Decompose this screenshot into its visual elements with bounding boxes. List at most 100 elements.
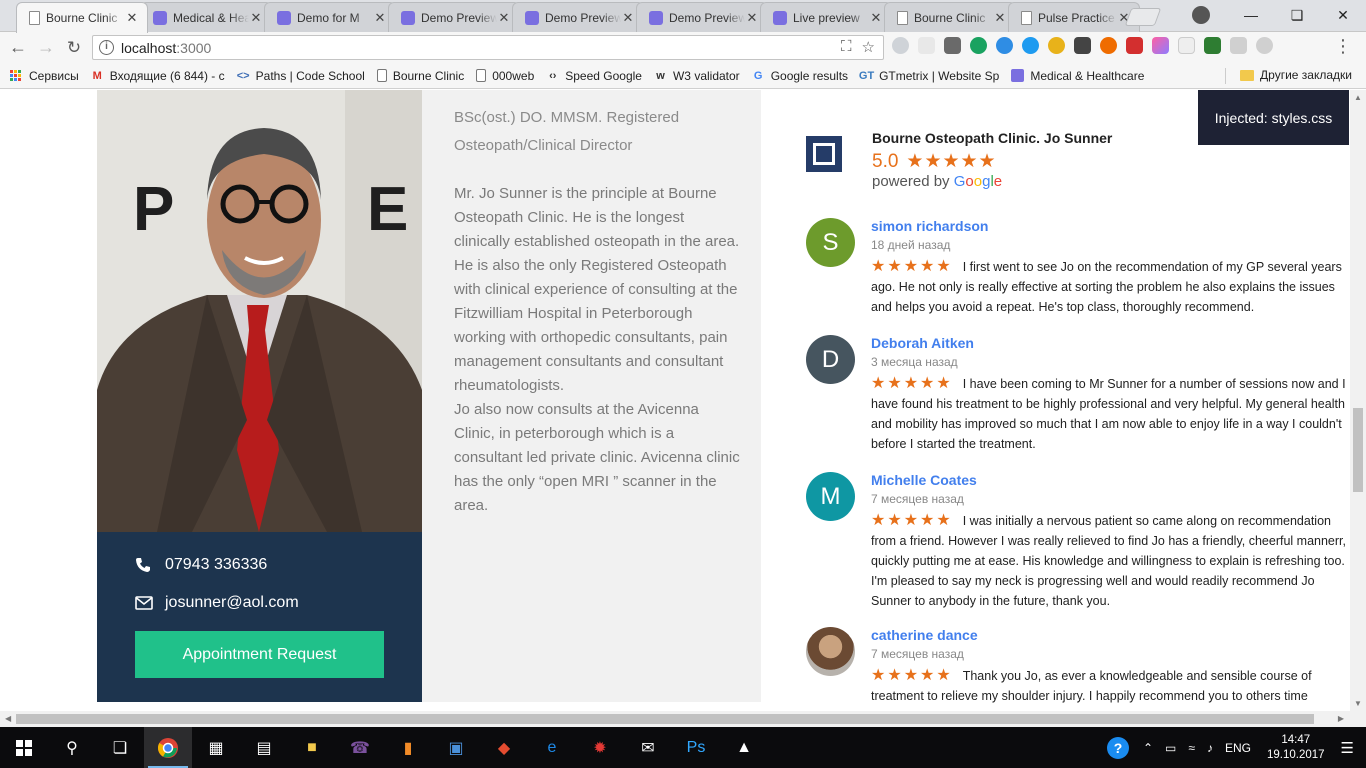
extension-green-icon[interactable] <box>970 37 987 54</box>
extension-eyedropper-icon[interactable] <box>1074 37 1091 54</box>
task-view-icon[interactable]: ❏ <box>96 727 144 768</box>
help-icon[interactable]: ? <box>1106 736 1129 759</box>
photoshop-icon[interactable]: Ps <box>672 727 720 768</box>
appointment-request-button[interactable]: Appointment Request <box>135 631 384 678</box>
horizontal-scroll-thumb[interactable] <box>16 714 1314 724</box>
extension-badge-icon[interactable] <box>1126 37 1143 54</box>
phone-row[interactable]: 07943 336336 <box>135 556 267 574</box>
extension-fire-icon[interactable] <box>1100 37 1117 54</box>
app-red-icon[interactable]: ✹ <box>576 727 624 768</box>
back-arrow-icon[interactable]: ← <box>4 37 32 58</box>
save-disk-icon[interactable]: ▣ <box>432 727 480 768</box>
bookmark-item[interactable]: 000web <box>476 69 534 83</box>
browser-tab[interactable]: Demo for M ✕ <box>264 2 396 32</box>
reviewer-avatar[interactable]: M <box>806 472 855 521</box>
tab-close-icon[interactable]: ✕ <box>497 10 511 26</box>
tray-chevron-icon[interactable]: ⌃ <box>1143 741 1153 755</box>
search-icon[interactable]: ⚲ <box>48 727 96 768</box>
browser-tab[interactable]: Medical & Health✕ <box>140 2 272 32</box>
battery-icon[interactable]: ▭ <box>1165 741 1176 755</box>
extension-check-icon[interactable] <box>996 37 1013 54</box>
extension-s-icon[interactable] <box>1256 37 1273 54</box>
reviewer-name[interactable]: Michelle Coates <box>871 472 1349 488</box>
browser-tab[interactable]: Demo Preview ✕ <box>512 2 644 32</box>
notifications-icon[interactable]: ☰ <box>1341 739 1354 757</box>
tab-close-icon[interactable]: ✕ <box>993 10 1007 26</box>
reviewer-name[interactable]: Deborah Aitken <box>871 335 1349 351</box>
menu-icon[interactable]: ⋮ <box>1334 36 1352 57</box>
bookmark-item[interactable]: ‹› Speed Google <box>546 69 642 83</box>
extension-coin-icon[interactable] <box>1048 37 1065 54</box>
business-name[interactable]: Bourne Osteopath Clinic. Jo Sunner <box>872 130 1112 146</box>
other-bookmarks[interactable]: Другие закладки <box>1240 68 1352 82</box>
maximize-icon[interactable]: ❏ <box>1274 7 1320 24</box>
minimize-icon[interactable]: — <box>1228 7 1274 23</box>
reviewer-avatar[interactable]: S <box>806 218 855 267</box>
extension-blank-icon[interactable] <box>1178 37 1195 54</box>
reviewer-name[interactable]: catherine dance <box>871 627 1349 643</box>
explorer-icon[interactable]: ■ <box>288 727 336 768</box>
edge-icon[interactable]: e <box>528 727 576 768</box>
store-icon[interactable]: ▦ <box>192 727 240 768</box>
browser-tab[interactable]: Pulse Practice ✕ <box>1008 2 1140 32</box>
bookmark-star-icon[interactable]: ☆ <box>862 38 875 56</box>
photos-icon[interactable]: ▲ <box>720 727 768 768</box>
language-indicator[interactable]: ENG <box>1225 741 1251 755</box>
tab-close-icon[interactable]: ✕ <box>869 10 883 26</box>
bio-panel: BSc(ost.) DO. MMSM. Registered Osteopath… <box>422 90 761 702</box>
volume-icon[interactable]: ♪ <box>1207 741 1213 755</box>
close-window-icon[interactable]: ✕ <box>1320 7 1366 24</box>
wifi-icon[interactable]: ≈ <box>1188 741 1195 755</box>
bookmark-item[interactable]: Сервисы <box>10 69 79 83</box>
tab-close-icon[interactable]: ✕ <box>621 10 635 26</box>
tab-close-icon[interactable]: ✕ <box>249 10 263 26</box>
extension-ft-icon[interactable] <box>918 37 935 54</box>
terminal-icon[interactable]: ▤ <box>240 727 288 768</box>
doc-icon <box>476 69 487 82</box>
browser-tab[interactable]: Live preview ✕ <box>760 2 892 32</box>
git-icon[interactable]: ◆ <box>480 727 528 768</box>
mail-icon[interactable]: ✉ <box>624 727 672 768</box>
clock[interactable]: 14:47 19.10.2017 <box>1267 733 1325 763</box>
forward-arrow-icon[interactable]: → <box>32 37 60 58</box>
viber-icon[interactable]: ☎ <box>336 727 384 768</box>
address-bar[interactable]: i localhost:3000 ⛶ ☆ <box>92 35 884 60</box>
apps-grid-icon <box>10 70 21 81</box>
browser-tab[interactable]: Bourne Clinic ✕ <box>884 2 1016 32</box>
bookmark-item[interactable]: G Google results <box>752 69 848 83</box>
reviewer-avatar[interactable]: D <box>806 335 855 384</box>
vertical-scrollbar[interactable]: ▲ ▼ <box>1350 90 1366 711</box>
bookmark-item[interactable]: M Входящие (6 844) - c <box>91 69 225 83</box>
profile-icon[interactable] <box>1192 6 1210 24</box>
info-icon[interactable]: i <box>99 40 114 55</box>
browser-tab[interactable]: Demo Preview ✕ <box>636 2 768 32</box>
bookmark-label: Paths | Code School <box>255 68 365 83</box>
new-tab-button[interactable] <box>1124 8 1162 26</box>
extension-messenger-icon[interactable] <box>1022 37 1039 54</box>
tab-close-icon[interactable]: ✕ <box>125 10 139 26</box>
extension-id-icon[interactable] <box>1230 37 1247 54</box>
vertical-scroll-thumb[interactable] <box>1353 408 1363 492</box>
extension-gradient-icon[interactable] <box>1152 37 1169 54</box>
bookmark-item[interactable]: w W3 validator <box>654 69 739 83</box>
browser-tab[interactable]: Demo Preview ✕ <box>388 2 520 32</box>
reload-icon[interactable]: ↻ <box>60 38 88 58</box>
email-row[interactable]: josunner@aol.com <box>135 594 299 612</box>
browser-tab[interactable]: Bourne Clinic ✕ <box>16 2 148 33</box>
extension-gear-icon[interactable] <box>892 37 909 54</box>
horizontal-scrollbar[interactable]: ◀ ▶ <box>0 711 1366 727</box>
extension-beta-icon[interactable] <box>1204 37 1221 54</box>
sublime-icon[interactable]: ▮ <box>384 727 432 768</box>
tab-close-icon[interactable]: ✕ <box>745 10 759 26</box>
chrome-icon[interactable] <box>144 727 192 768</box>
bookmark-item[interactable]: Medical & Healthcare <box>1011 69 1144 83</box>
translate-icon[interactable]: ⛶ <box>841 38 852 56</box>
reviewer-name[interactable]: simon richardson <box>871 218 1349 234</box>
tab-close-icon[interactable]: ✕ <box>373 10 387 26</box>
bookmark-item[interactable]: GT GTmetrix | Website Sp <box>859 69 999 83</box>
start-icon[interactable] <box>0 727 48 768</box>
reviewer-avatar[interactable] <box>806 627 855 676</box>
bookmark-item[interactable]: Bourne Clinic <box>376 69 464 83</box>
bookmark-item[interactable]: <> Paths | Code School <box>237 69 365 83</box>
extension-grid-icon[interactable] <box>944 37 961 54</box>
